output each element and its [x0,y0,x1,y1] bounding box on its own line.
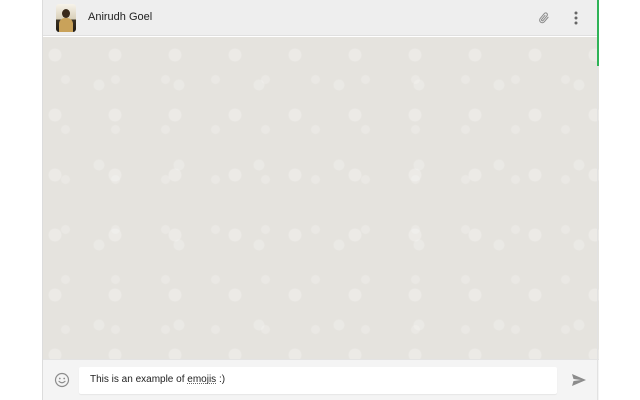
composer-bar: This is an example of emojis :) [43,359,599,400]
message-input[interactable]: This is an example of emojis :) [79,367,557,394]
avatar-body [59,18,73,32]
paperclip-icon[interactable] [535,9,553,27]
window-accent-edge [597,0,599,66]
window-right-border [597,66,598,400]
send-icon[interactable] [569,370,589,390]
avatar-head [62,9,70,18]
message-input-text[interactable]: This is an example of emojis :) [90,374,225,385]
smiley-icon[interactable] [52,370,72,390]
message-text-start: This is an example of [90,374,188,385]
chat-header: Anirudh Goel [43,0,599,36]
more-vert-icon[interactable] [567,9,585,27]
message-list[interactable] [43,37,599,359]
contact-avatar[interactable] [56,4,76,32]
chat-window: Anirudh Goel This is an example of emoji… [42,0,599,400]
misspelled-word[interactable]: emojis [187,374,216,385]
message-text-end: :) [216,374,226,385]
contact-name[interactable]: Anirudh Goel [88,11,152,23]
